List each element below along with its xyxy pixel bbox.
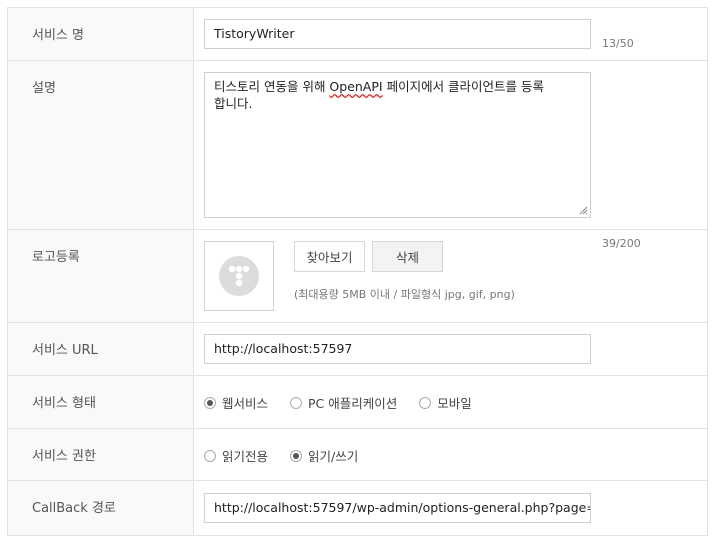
row-logo: 로고등록 찾아보기 삭제 (최대용량 5MB 이내 / 파일형식 jpg, gi… (7, 230, 708, 323)
radio-mobile-dot[interactable] (419, 396, 432, 409)
description-textarea[interactable]: 티스토리 연동을 위해 OpenAPI 페이지에서 클라이언트를 등록 합니다. (204, 72, 591, 218)
radio-pc-application-label: PC 애플리케이션 (308, 396, 398, 411)
radio-read-only[interactable]: 읽기전용 (204, 446, 268, 465)
service-url-input[interactable]: http://localhost:57597 (204, 334, 591, 364)
row-service-permission: 서비스 권한 읽기전용 읽기/쓰기 (7, 429, 708, 481)
callback-label: CallBack 경로 (8, 481, 194, 535)
description-field-cell: 티스토리 연동을 위해 OpenAPI 페이지에서 클라이언트를 등록 합니다.… (194, 61, 707, 250)
service-permission-label: 서비스 권한 (8, 429, 194, 480)
resize-grip-icon[interactable] (579, 206, 588, 215)
description-text-part1: 티스토리 연동을 위해 (214, 79, 330, 94)
service-permission-radio-group: 읽기전용 읽기/쓰기 (204, 446, 380, 465)
service-name-field-cell: TistoryWriter 13/50 (194, 8, 707, 60)
service-name-label: 서비스 명 (8, 8, 194, 60)
radio-read-only-label: 읽기전용 (222, 449, 269, 464)
radio-read-only-dot[interactable] (204, 449, 216, 462)
delete-button[interactable]: 삭제 (372, 241, 443, 272)
radio-web-service-label: 웹서비스 (222, 396, 269, 411)
logo-label: 로고등록 (8, 230, 194, 322)
service-name-input[interactable]: TistoryWriter (204, 19, 591, 49)
radio-read-write-label: 읽기/쓰기 (308, 449, 359, 464)
row-callback: CallBack 경로 http://localhost:57597/wp-ad… (7, 481, 708, 536)
service-permission-field-cell: 읽기전용 읽기/쓰기 (194, 429, 707, 480)
logo-preview (204, 241, 274, 311)
description-label: 설명 (8, 61, 194, 229)
description-text-line2: 합니다. (214, 96, 253, 111)
client-registration-form: 서비스 명 TistoryWriter 13/50 설명 티스토리 연동을 위해… (7, 7, 708, 536)
service-type-field-cell: 웹서비스 PC 애플리케이션 모바일 (194, 376, 707, 428)
service-url-label: 서비스 URL (8, 323, 194, 375)
logo-hint: (최대용량 5MB 이내 / 파일형식 jpg, gif, png) (294, 288, 515, 301)
row-service-url: 서비스 URL http://localhost:57597 (7, 323, 708, 376)
service-name-counter: 13/50 (602, 37, 634, 50)
callback-input[interactable]: http://localhost:57597/wp-admin/options-… (204, 493, 591, 523)
radio-mobile[interactable]: 모바일 (419, 393, 472, 412)
service-type-label: 서비스 형태 (8, 376, 194, 428)
callback-field-cell: http://localhost:57597/wp-admin/options-… (194, 481, 707, 535)
tistory-logo-icon (219, 256, 259, 296)
row-description: 설명 티스토리 연동을 위해 OpenAPI 페이지에서 클라이언트를 등록 합… (7, 61, 708, 250)
service-url-field-cell: http://localhost:57597 (194, 323, 707, 375)
row-service-type: 서비스 형태 웹서비스 PC 애플리케이션 모바일 (7, 376, 708, 429)
radio-read-write-dot[interactable] (290, 449, 303, 462)
description-text-misspelled: OpenAPI (329, 79, 383, 94)
description-text-part2: 페이지에서 클라이언트를 등록 (382, 79, 545, 94)
logo-field-cell: 찾아보기 삭제 (최대용량 5MB 이내 / 파일형식 jpg, gif, pn… (194, 230, 707, 322)
radio-pc-application-dot[interactable] (290, 396, 303, 409)
radio-read-write[interactable]: 읽기/쓰기 (290, 446, 358, 465)
service-type-radio-group: 웹서비스 PC 애플리케이션 모바일 (204, 393, 494, 412)
radio-mobile-label: 모바일 (437, 396, 472, 411)
radio-pc-application[interactable]: PC 애플리케이션 (290, 393, 397, 412)
radio-web-service[interactable]: 웹서비스 (204, 393, 268, 412)
browse-button[interactable]: 찾아보기 (294, 241, 365, 272)
row-service-name: 서비스 명 TistoryWriter 13/50 (7, 8, 708, 61)
radio-web-service-dot[interactable] (204, 396, 216, 409)
